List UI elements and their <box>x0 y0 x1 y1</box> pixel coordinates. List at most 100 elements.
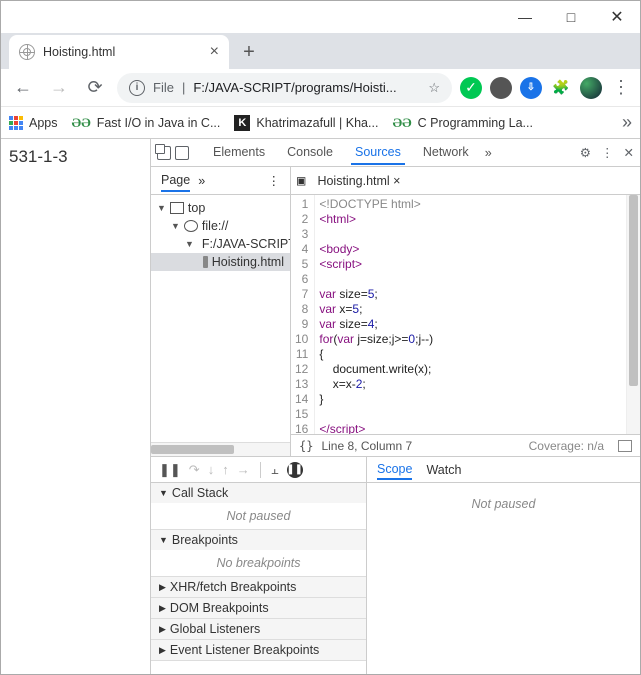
section-header[interactable]: ▶XHR/fetch Breakpoints <box>151 577 366 597</box>
page-content: 531-1-3 <box>1 139 151 674</box>
cloud-icon <box>184 220 198 232</box>
source-file-tab[interactable]: Hoisting.html × <box>313 172 404 190</box>
sources-navigator: Page » ⋮ ▼top▼file://▼F:/JAVA-SCRIPT/pro… <box>151 167 291 456</box>
disclosure-triangle-icon: ▶ <box>159 624 166 635</box>
bookmark-label: Fast I/O in Java in C... <box>97 116 221 130</box>
source-file-close[interactable]: × <box>393 174 400 188</box>
extensions-menu-icon[interactable]: 🧩 <box>550 77 572 99</box>
open-file-icon[interactable]: ▣ <box>297 173 305 189</box>
bookmark-star-icon[interactable]: ☆ <box>428 80 440 96</box>
section-header[interactable]: ▼ Call Stack <box>151 483 366 503</box>
gfg-icon: ӘӘ <box>72 115 91 131</box>
deactivate-breakpoints-button[interactable]: ⫠ <box>271 462 279 478</box>
disclosure-triangle-icon[interactable]: ▼ <box>157 203 166 213</box>
file-tree-item[interactable]: ▼top <box>151 199 290 217</box>
toggle-drawer-icon[interactable] <box>618 440 632 452</box>
new-tab-button[interactable]: + <box>235 38 263 66</box>
tree-label: file:// <box>202 219 228 233</box>
apps-icon <box>9 116 23 130</box>
devtools-menu-icon[interactable]: ⋮ <box>601 145 614 160</box>
disclosure-triangle-icon[interactable]: ▼ <box>185 239 194 249</box>
scope-tab-watch[interactable]: Watch <box>426 463 461 477</box>
devtools-header: Elements Console Sources Network » ⚙ ⋮ ✕ <box>151 139 640 167</box>
browser-menu-button[interactable]: ⋮ <box>610 77 632 98</box>
omnibox[interactable]: i File | F:/JAVA-SCRIPT/programs/Hoisti.… <box>117 73 452 103</box>
devtools-settings-icon[interactable]: ⚙ <box>580 145 591 160</box>
step-into-button[interactable]: ↓ <box>208 462 215 477</box>
section-label: Global Listeners <box>170 622 260 636</box>
site-info-icon[interactable]: i <box>129 80 145 96</box>
extension-dark-icon[interactable] <box>490 77 512 99</box>
section-header[interactable]: ▶Event Listener Breakpoints <box>151 640 366 660</box>
coverage-label: Coverage: n/a <box>529 439 604 453</box>
section-header[interactable]: ▶DOM Breakpoints <box>151 598 366 618</box>
window-close-button[interactable]: ✕ <box>594 2 640 32</box>
debugger-controls: ❚❚ ↷ ↓ ↑ → ⫠ ❚❚ <box>151 457 366 483</box>
url-path: F:/JAVA-SCRIPT/programs/Hoisti... <box>193 80 396 95</box>
apps-shortcut[interactable]: Apps <box>9 116 58 130</box>
step-over-button[interactable]: ↷ <box>189 462 200 478</box>
profile-avatar-icon[interactable] <box>580 77 602 99</box>
cursor-position: Line 8, Column 7 <box>321 439 412 453</box>
back-button[interactable]: ← <box>9 74 37 102</box>
step-out-button[interactable]: ↑ <box>222 462 229 477</box>
section-label: DOM Breakpoints <box>170 601 269 615</box>
navigator-more-tabs[interactable]: » <box>198 174 205 188</box>
source-vertical-scrollbar[interactable] <box>626 195 640 434</box>
section-body: No breakpoints <box>151 550 366 576</box>
debugger-section: ▶XHR/fetch Breakpoints <box>151 577 366 598</box>
debugger-pane: ❚❚ ↷ ↓ ↑ → ⫠ ❚❚ ▼ Call Stack Not paused▼Br… <box>151 457 367 674</box>
bookmark-item[interactable]: ӘӘC Programming La... <box>392 115 533 131</box>
bookmark-item[interactable]: ӘӘ Fast I/O in Java in C... <box>72 115 221 131</box>
main-area: 531-1-3 Elements Console Sources Network » … <box>1 139 640 674</box>
disclosure-triangle-icon: ▶ <box>159 645 166 656</box>
bookmarks-overflow-button[interactable]: » <box>622 112 632 133</box>
devtools-more-tabs[interactable]: » <box>485 146 492 160</box>
inspect-element-icon[interactable] <box>157 146 171 160</box>
file-tree-item[interactable]: Hoisting.html <box>151 253 290 271</box>
navigator-menu-icon[interactable]: ⋮ <box>268 173 281 188</box>
disclosure-triangle-icon[interactable]: ▼ <box>171 221 180 231</box>
disclosure-triangle-icon: ▼ <box>159 535 168 545</box>
pretty-print-icon[interactable] <box>299 439 313 453</box>
section-label: Call Stack <box>172 486 228 500</box>
gfg-icon: ӘӘ <box>392 115 411 131</box>
bookmark-item[interactable]: KKhatrimazafull | Kha... <box>234 115 378 131</box>
devtools-tab-console[interactable]: Console <box>283 141 337 165</box>
browser-tab[interactable]: Hoisting.html × <box>9 35 229 69</box>
navigator-page-tab[interactable]: Page <box>161 170 190 192</box>
extension-grammarly-icon[interactable]: ✓ <box>460 77 482 99</box>
devtools-close-button[interactable]: ✕ <box>624 145 634 160</box>
section-header[interactable]: ▼Breakpoints <box>151 530 366 550</box>
navigator-scrollbar[interactable] <box>151 442 290 456</box>
browser-toolbar: ← → ⟳ i File | F:/JAVA-SCRIPT/programs/H… <box>1 69 640 107</box>
window-minimize-button[interactable]: — <box>502 2 548 32</box>
device-toolbar-icon[interactable] <box>175 146 189 160</box>
bookmarks-bar: Apps ӘӘ Fast I/O in Java in C... KKhatrima… <box>1 107 640 139</box>
section-body: Not paused <box>151 503 366 529</box>
file-tree-item[interactable]: ▼F:/JAVA-SCRIPT/pro <box>151 235 290 253</box>
line-number-gutter[interactable]: 123456789101112131415161718 <box>291 195 315 434</box>
forward-button[interactable]: → <box>45 74 73 102</box>
debugger-section: ▶DOM Breakpoints <box>151 598 366 619</box>
devtools-tab-elements[interactable]: Elements <box>209 141 269 165</box>
scope-watch-pane: ScopeWatch Not paused <box>367 457 640 674</box>
tree-label: Hoisting.html <box>212 255 284 269</box>
pause-on-exceptions-button[interactable]: ❚❚ <box>287 462 303 478</box>
file-icon <box>203 256 208 268</box>
source-code[interactable]: <!DOCTYPE html><html> <body><script> var… <box>315 195 626 434</box>
pause-button[interactable]: ❚❚ <box>159 462 181 478</box>
disclosure-triangle-icon: ▼ <box>159 488 168 498</box>
page-output-text: 531-1-3 <box>9 147 68 166</box>
window-maximize-button[interactable]: □ <box>548 2 594 32</box>
tab-close-button[interactable]: × <box>210 43 219 61</box>
devtools-tab-sources[interactable]: Sources <box>351 141 405 165</box>
step-button[interactable]: → <box>237 462 250 477</box>
source-file-name: Hoisting.html <box>317 174 389 188</box>
reload-button[interactable]: ⟳ <box>81 74 109 102</box>
devtools-tab-network[interactable]: Network <box>419 141 473 165</box>
file-tree-item[interactable]: ▼ file:// <box>151 217 290 235</box>
scope-tab-scope[interactable]: Scope <box>377 460 412 480</box>
section-header[interactable]: ▶ Global Listeners <box>151 619 366 639</box>
extension-idm-icon[interactable]: ⇩ <box>520 77 542 99</box>
